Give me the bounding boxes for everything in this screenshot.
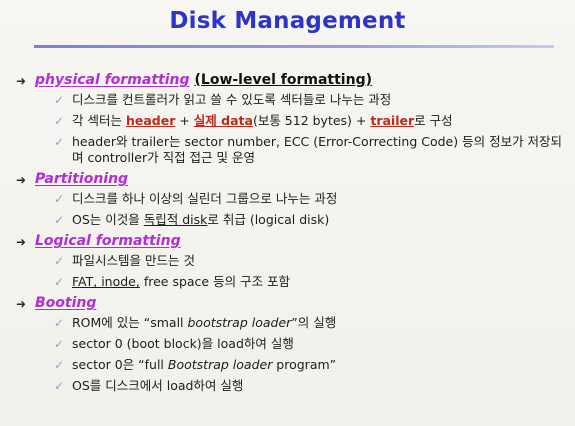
- item-text: 각 섹터는 header + 실제 data(보통 512 bytes) + t…: [72, 113, 453, 128]
- section-title: Booting: [35, 295, 97, 311]
- section-partitioning: ➜ Partitioning ✓ 디스크를 하나 이상의 실린더 그룹으로 나누…: [16, 169, 564, 231]
- section-heading: ➜ Booting: [16, 293, 564, 313]
- item-text: sector 0 (boot block)을 load하여 실행: [72, 336, 294, 351]
- section-heading: ➜ Logical formatting: [16, 231, 564, 251]
- checkmark-icon: ✓: [54, 93, 65, 107]
- section-title: Partitioning: [35, 171, 129, 187]
- arrow-bullet-icon: ➜: [16, 297, 27, 311]
- section-physical-formatting: ➜ physical formatting (Low-level formatt…: [16, 70, 564, 169]
- list-item: ✓ ROM에 있는 “small bootstrap loader”의 실행: [54, 313, 564, 334]
- section-title: physical formatting: [35, 72, 190, 88]
- section-logical-formatting: ➜ Logical formatting ✓ 파일시스템을 만드는 것 ✓ FA…: [16, 231, 564, 293]
- arrow-bullet-icon: ➜: [16, 74, 27, 88]
- highlight-header: header: [125, 113, 176, 128]
- section-booting: ➜ Booting ✓ ROM에 있는 “small bootstrap loa…: [16, 293, 564, 397]
- slide: Disk Management ➜ physical formatting (L…: [0, 0, 575, 426]
- slide-body: ➜ physical formatting (Low-level formatt…: [16, 70, 564, 397]
- section-heading: ➜ physical formatting (Low-level formatt…: [16, 70, 564, 90]
- arrow-bullet-icon: ➜: [16, 173, 27, 187]
- bullet-list: ✓ 디스크를 하나 이상의 실린더 그룹으로 나누는 과정 ✓ OS는 이것을 …: [16, 189, 564, 231]
- item-text: header와 trailer는 sector number, ECC (Err…: [72, 134, 563, 165]
- list-item: ✓ sector 0 (boot block)을 load하여 실행: [54, 334, 564, 355]
- section-heading: ➜ Partitioning: [16, 169, 564, 189]
- list-item: ✓ OS를 디스크에서 load하여 실행: [54, 376, 564, 397]
- item-text: 디스크를 컨트롤러가 읽고 쓸 수 있도록 섹터들로 나누는 과정: [72, 92, 392, 107]
- list-item: ✓ 파일시스템을 만드는 것: [54, 251, 564, 272]
- checkmark-icon: ✓: [54, 275, 65, 289]
- list-item: ✓ sector 0은 “full Bootstrap loader progr…: [54, 355, 564, 376]
- list-item: ✓ 디스크를 컨트롤러가 읽고 쓸 수 있도록 섹터들로 나누는 과정: [54, 90, 564, 111]
- list-item: ✓ header와 trailer는 sector number, ECC (E…: [54, 132, 564, 169]
- highlight-data: 실제 data: [193, 113, 253, 128]
- section-subtitle: (Low-level formatting): [194, 72, 373, 88]
- list-item: ✓ 각 섹터는 header + 실제 data(보통 512 bytes) +…: [54, 111, 564, 132]
- checkmark-icon: ✓: [54, 213, 65, 227]
- checkmark-icon: ✓: [54, 192, 65, 206]
- checkmark-icon: ✓: [54, 358, 65, 372]
- checkmark-icon: ✓: [54, 379, 65, 393]
- bullet-list: ✓ 디스크를 컨트롤러가 읽고 쓸 수 있도록 섹터들로 나누는 과정 ✓ 각 …: [16, 90, 564, 169]
- item-text: ROM에 있는 “small bootstrap loader”의 실행: [72, 315, 337, 330]
- item-text: 디스크를 하나 이상의 실린더 그룹으로 나누는 과정: [72, 191, 338, 206]
- arrow-bullet-icon: ➜: [16, 235, 27, 249]
- section-title: Logical formatting: [35, 233, 181, 249]
- title-underline-rule: [34, 45, 554, 48]
- highlight-trailer: trailer: [370, 113, 415, 128]
- list-item: ✓ FAT, inode, free space 등의 구조 포함: [54, 272, 564, 293]
- checkmark-icon: ✓: [54, 337, 65, 351]
- checkmark-icon: ✓: [54, 316, 65, 330]
- checkmark-icon: ✓: [54, 135, 65, 149]
- list-item: ✓ 디스크를 하나 이상의 실린더 그룹으로 나누는 과정: [54, 189, 564, 210]
- item-text: OS를 디스크에서 load하여 실행: [72, 378, 244, 393]
- bullet-list: ✓ ROM에 있는 “small bootstrap loader”의 실행 ✓…: [16, 313, 564, 397]
- item-text: 파일시스템을 만드는 것: [72, 253, 195, 268]
- checkmark-icon: ✓: [54, 114, 65, 128]
- slide-title: Disk Management: [169, 8, 406, 34]
- item-text: OS는 이것을 독립적 disk로 취급 (logical disk): [72, 212, 330, 227]
- checkmark-icon: ✓: [54, 254, 65, 268]
- list-item: ✓ OS는 이것을 독립적 disk로 취급 (logical disk): [54, 210, 564, 231]
- item-text: FAT, inode, free space 등의 구조 포함: [72, 274, 291, 289]
- bullet-list: ✓ 파일시스템을 만드는 것 ✓ FAT, inode, free space …: [16, 251, 564, 293]
- item-text: sector 0은 “full Bootstrap loader program…: [72, 357, 337, 372]
